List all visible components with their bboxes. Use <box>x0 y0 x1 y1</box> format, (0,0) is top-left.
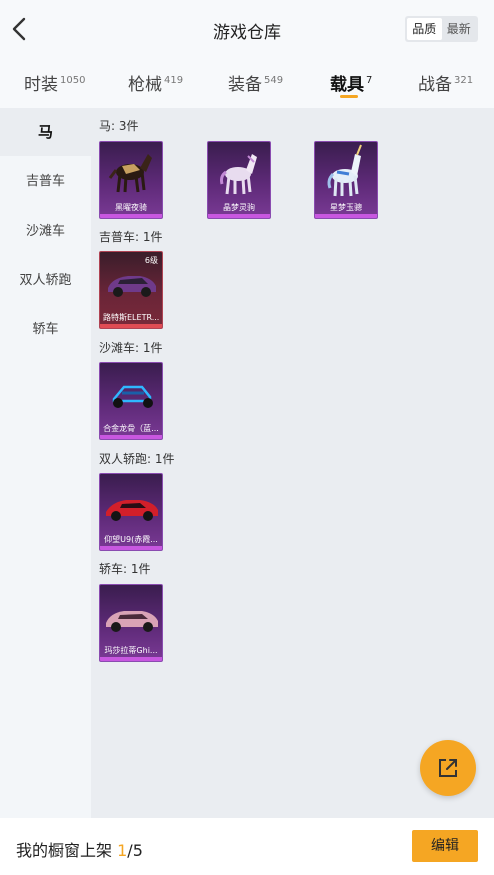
tab-battle-supplies[interactable]: 战备 321 <box>418 70 473 95</box>
item-card[interactable]: 仰望U9(赤霞... <box>99 473 163 551</box>
rarity-bar <box>315 214 377 218</box>
tab-count: 1050 <box>60 75 86 86</box>
sidebar-item-sedan[interactable]: 轿车 <box>0 318 91 337</box>
item-card[interactable]: 合金龙骨（蓝... <box>99 362 163 440</box>
rarity-bar <box>100 324 162 328</box>
share-button[interactable] <box>420 740 476 796</box>
section-label-jeep: 吉普车: 1件 <box>99 230 163 244</box>
showcase-current-count: 1 <box>117 841 128 860</box>
active-tab-indicator <box>340 95 358 98</box>
sort-option-newest[interactable]: 最新 <box>442 18 477 40</box>
tab-count: 321 <box>454 75 474 86</box>
rarity-bar <box>208 214 270 218</box>
sidebar-item-jeep[interactable]: 吉普车 <box>0 170 91 189</box>
share-external-icon <box>439 759 457 777</box>
tab-label: 战备 <box>418 75 452 95</box>
item-card[interactable]: 6级 路特斯ELETR... <box>99 251 163 329</box>
top-bar: 游戏仓库 品质 最新 <box>0 0 494 58</box>
item-name: 路特斯ELETR... <box>103 313 160 322</box>
rarity-bar <box>100 214 162 218</box>
tab-label: 载具 <box>330 75 364 95</box>
item-card[interactable]: 晶梦灵驹 <box>207 141 271 219</box>
item-name: 晶梦灵驹 <box>223 203 255 212</box>
vehicle-list: 马: 3件 黑曜夜骑 晶梦灵驹 星梦玉骢 吉普车: 1件 6级 路特斯ELETR… <box>91 108 494 818</box>
tab-label: 时装 <box>24 75 58 95</box>
section-label-beach-buggy: 沙滩车: 1件 <box>99 341 163 355</box>
sidebar-item-horse[interactable]: 马 <box>0 108 91 156</box>
item-level-badge: 6级 <box>144 256 158 265</box>
tab-count: 419 <box>164 75 184 86</box>
tab-guns[interactable]: 枪械 419 <box>128 70 183 95</box>
sort-option-quality[interactable]: 品质 <box>407 18 442 40</box>
item-card[interactable]: 玛莎拉蒂Ghi... <box>99 584 163 662</box>
tab-vehicles[interactable]: 载具 7 <box>330 70 372 95</box>
showcase-bar: 我的橱窗上架 1/5 编辑 <box>0 818 494 875</box>
tab-count: 549 <box>264 75 284 86</box>
showcase-label: 我的橱窗上架 <box>16 841 113 860</box>
item-name: 黑曜夜骑 <box>115 203 147 212</box>
section-label-two-seat-coupe: 双人轿跑: 1件 <box>99 452 175 466</box>
item-name: 合金龙骨（蓝... <box>103 424 159 433</box>
tab-fashion[interactable]: 时装 1050 <box>24 70 85 95</box>
rarity-bar <box>100 546 162 550</box>
sidebar-item-beach-buggy[interactable]: 沙滩车 <box>0 220 91 239</box>
rarity-bar <box>100 435 162 439</box>
item-card[interactable]: 黑曜夜骑 <box>99 141 163 219</box>
edit-button[interactable]: 编辑 <box>412 830 478 862</box>
section-label-sedan: 轿车: 1件 <box>99 562 151 576</box>
sidebar-item-two-seat-coupe[interactable]: 双人轿跑 <box>0 269 91 288</box>
tab-equipment[interactable]: 装备 549 <box>228 70 283 95</box>
showcase-total-count: /5 <box>127 841 143 860</box>
vehicle-category-sidebar: 马 吉普车 沙滩车 双人轿跑 轿车 <box>0 108 91 818</box>
showcase-status: 我的橱窗上架 1/5 <box>16 837 143 861</box>
item-name: 玛莎拉蒂Ghi... <box>104 646 158 655</box>
section-label-horse: 马: 3件 <box>99 119 139 133</box>
sort-toggle[interactable]: 品质 最新 <box>405 16 478 42</box>
rarity-bar <box>100 657 162 661</box>
tab-label: 装备 <box>228 75 262 95</box>
item-name: 仰望U9(赤霞... <box>104 535 158 544</box>
item-card[interactable]: 星梦玉骢 <box>314 141 378 219</box>
tab-count: 7 <box>366 75 373 86</box>
item-name: 星梦玉骢 <box>330 203 362 212</box>
category-tabs: 时装 1050 枪械 419 装备 549 载具 7 战备 321 <box>0 58 494 108</box>
tab-label: 枪械 <box>128 75 162 95</box>
